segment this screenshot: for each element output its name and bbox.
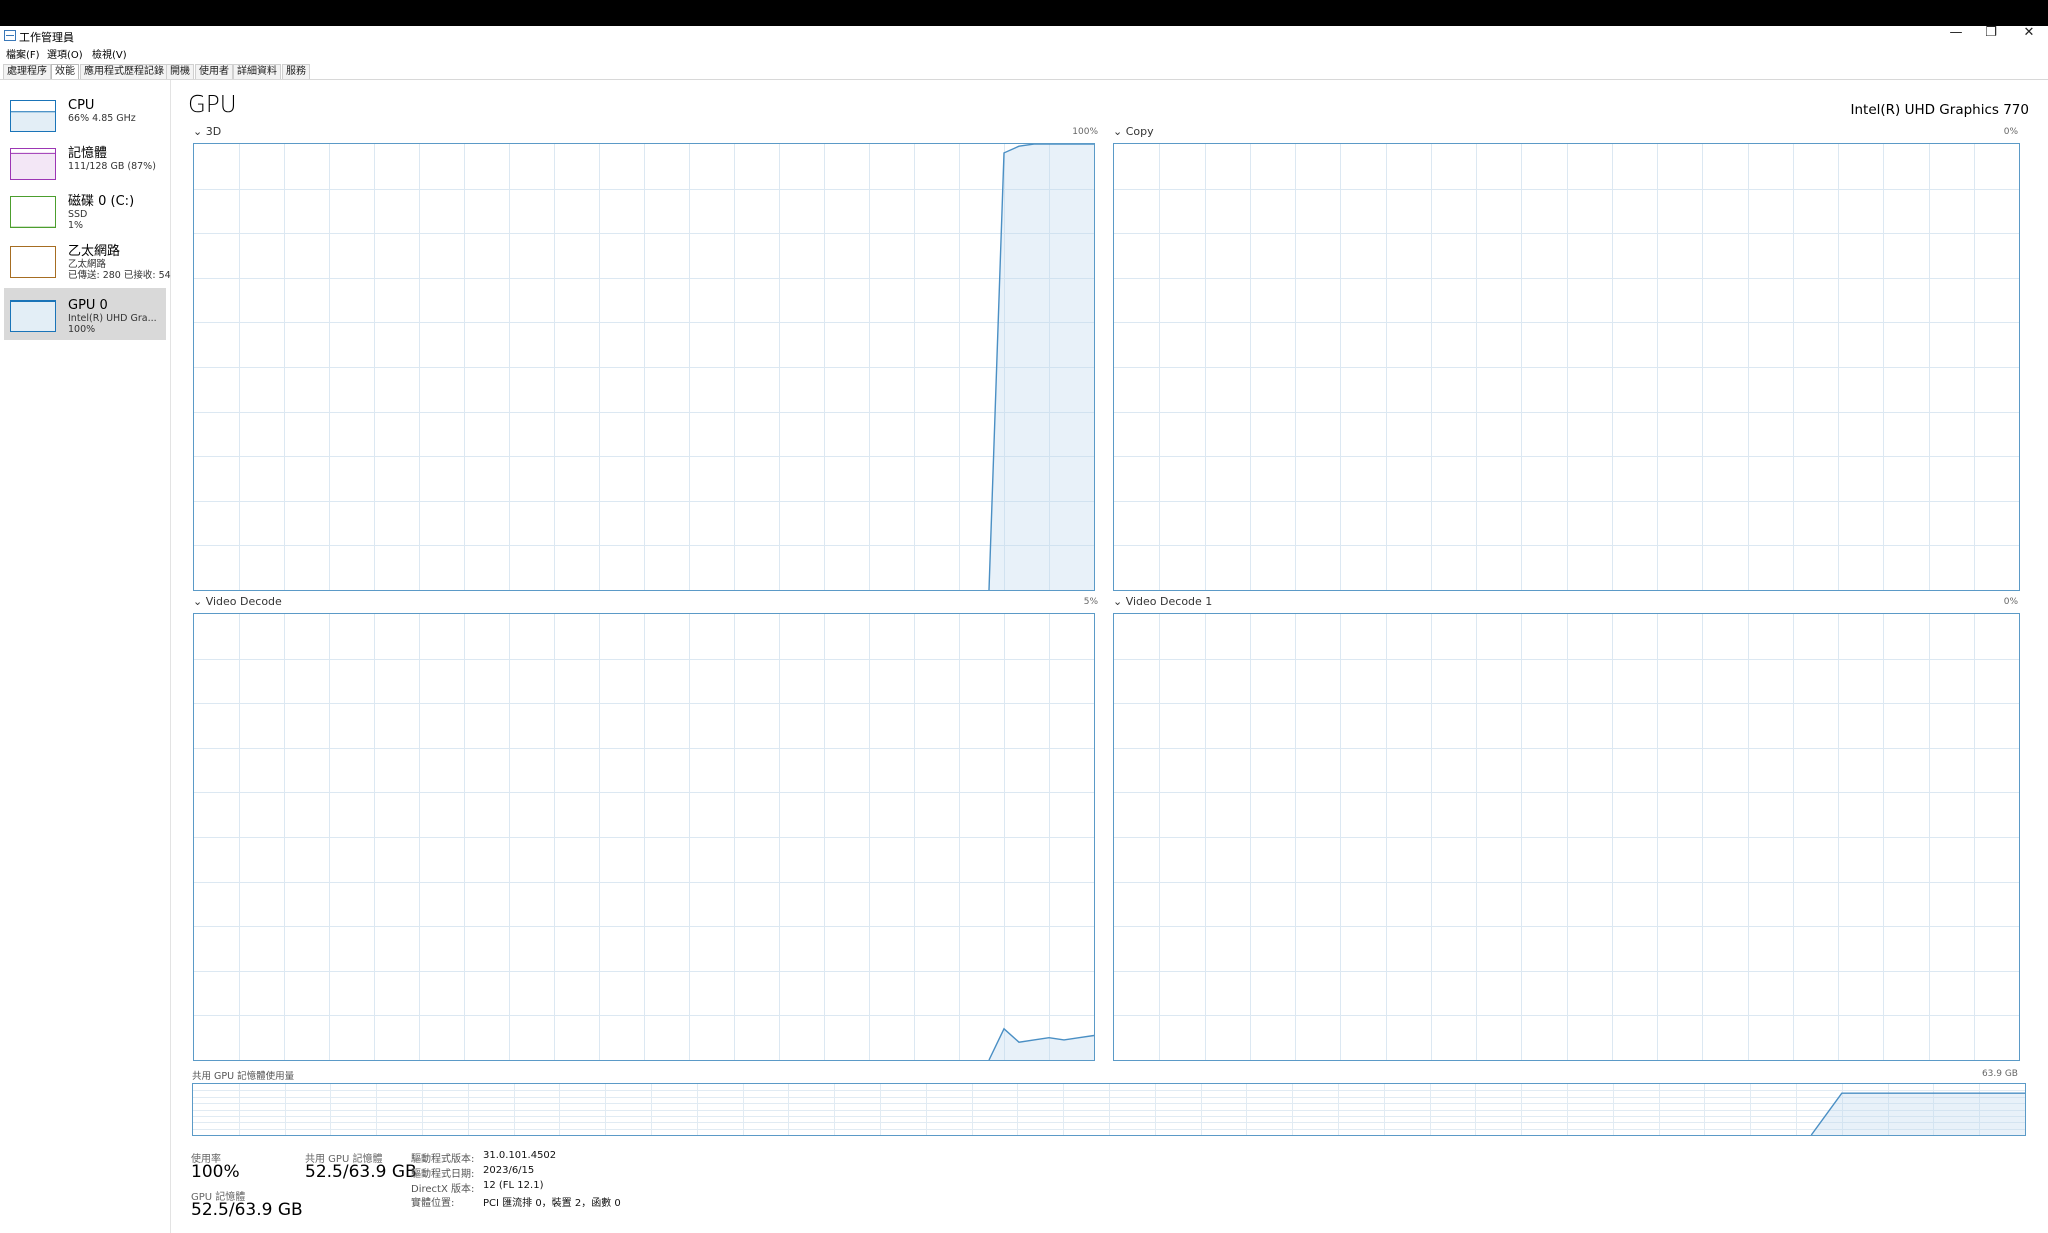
series-area	[989, 144, 1094, 590]
sidebar-item-detail: 100%	[68, 324, 96, 335]
info-key: 實體位置:	[411, 1198, 455, 1209]
menu-file[interactable]: 檔案(F)	[6, 46, 40, 61]
info-value: PCI 匯流排 0，裝置 2，函數 0	[483, 1198, 621, 1209]
sidebar-item-title: 記憶體	[68, 146, 108, 161]
graph-3d-max: 100%	[1072, 127, 1098, 137]
graph-label-text: 3D	[205, 125, 222, 138]
gpu-detail-panel: GPU Intel(R) UHD Graphics 770 ⌄ 3D 100% …	[188, 80, 2033, 1233]
directx-version-row: DirectX 版本: 12 (FL 12.1)	[411, 1180, 711, 1195]
graph-3d-label[interactable]: ⌄ 3D	[193, 125, 221, 138]
graph-label-text: Video Decode 1	[1125, 595, 1213, 608]
graph-video-decode-1-label[interactable]: ⌄ Video Decode 1	[1113, 595, 1212, 608]
sidebar-item-subtitle: 乙太網路	[68, 259, 107, 270]
shared-memory-label: 共用 GPU 記憶體使用量	[192, 1071, 295, 1082]
info-key: DirectX 版本:	[411, 1184, 475, 1195]
sidebar-item-title: CPU	[68, 98, 95, 113]
memory-thumbnail-graph	[10, 148, 56, 180]
info-value: 2023/6/15	[483, 1165, 535, 1176]
sidebar-item-ethernet[interactable]: 乙太網路 乙太網路 已傳送: 280 已接收: 54	[4, 234, 171, 284]
graph-video-decode-1-max: 0%	[2003, 597, 2018, 607]
graph-video-decode-max: 5%	[1083, 597, 1098, 607]
driver-date-row: 驅動程式日期: 2023/6/15	[411, 1165, 711, 1180]
sidebar-item-subtitle: SSD	[68, 209, 88, 220]
series-area	[989, 1028, 1094, 1060]
graph-canvas	[1114, 144, 2019, 590]
sidebar-item-detail: 1%	[68, 220, 84, 231]
thumbnail-fill	[11, 152, 55, 179]
thumbnail-canvas	[11, 152, 55, 179]
sidebar-item-subtitle: 66% 4.85 GHz	[68, 113, 136, 124]
minimize-button[interactable]: —	[1941, 25, 1971, 40]
sidebar-item-subtitle: Intel(R) UHD Gra...	[68, 313, 157, 324]
sidebar-item-detail: 已傳送: 280 已接收: 54	[68, 270, 171, 281]
ethernet-thumbnail-graph	[10, 246, 56, 278]
restore-button[interactable]: ❐	[1976, 25, 2006, 40]
tab-processes[interactable]: 處理程序	[3, 64, 51, 79]
sidebar-item-title: 磁碟 0 (C:)	[68, 194, 135, 209]
sidebar-item-title: GPU 0	[68, 298, 108, 313]
graph-canvas	[194, 144, 1094, 590]
gpu-memory-value: 52.5/63.9 GB	[191, 1200, 303, 1220]
graph-canvas	[193, 1084, 2025, 1135]
tab-details[interactable]: 詳細資料	[233, 64, 281, 79]
window-title: 工作管理員	[19, 31, 74, 44]
shared-gpu-memory-value: 52.5/63.9 GB	[305, 1162, 417, 1182]
graph-copy-label[interactable]: ⌄ Copy	[1113, 125, 1154, 138]
sidebar-item-memory[interactable]: 記憶體 111/128 GB (87%)	[4, 136, 166, 186]
shared-memory-graph	[192, 1083, 2026, 1136]
title-bar	[0, 26, 2048, 46]
sidebar-item-cpu[interactable]: CPU 66% 4.85 GHz	[4, 88, 166, 138]
tab-users[interactable]: 使用者	[195, 64, 233, 79]
tab-app-history[interactable]: 應用程式歷程記錄	[80, 64, 168, 79]
series-area	[1811, 1093, 2025, 1135]
graph-copy	[1113, 143, 2020, 591]
graph-video-decode-label[interactable]: ⌄ Video Decode	[193, 595, 282, 608]
graph-video-decode	[193, 613, 1095, 1061]
sidebar-item-disk[interactable]: 磁碟 0 (C:) SSD 1%	[4, 184, 166, 234]
graph-canvas	[194, 614, 1094, 1060]
task-manager-icon	[4, 30, 16, 41]
graph-3d	[193, 143, 1095, 591]
menu-bar: 檔案(F) 選項(O) 檢視(V)	[0, 45, 2048, 61]
info-key: 驅動程式版本:	[411, 1154, 475, 1165]
screen-top-bar	[0, 0, 2048, 26]
thumbnail-canvas	[11, 301, 55, 331]
tab-services[interactable]: 服務	[282, 64, 310, 79]
utilization-value: 100%	[191, 1162, 240, 1182]
info-value: 31.0.101.4502	[483, 1150, 557, 1161]
thumbnail-fill	[11, 301, 55, 331]
graph-copy-max: 0%	[2003, 127, 2018, 137]
tab-performance[interactable]: 效能	[51, 64, 79, 79]
page-title: GPU	[188, 92, 237, 118]
tab-startup[interactable]: 開機	[166, 64, 194, 79]
thumbnail-canvas	[11, 247, 55, 277]
sidebar-item-subtitle: 111/128 GB (87%)	[68, 161, 156, 172]
info-value: 12 (FL 12.1)	[483, 1180, 544, 1191]
driver-version-row: 驅動程式版本: 31.0.101.4502	[411, 1150, 711, 1165]
resource-sidebar: CPU 66% 4.85 GHz 記憶體 111/128 GB (87%) 磁碟…	[0, 80, 171, 1233]
shared-memory-max: 63.9 GB	[1981, 1069, 2018, 1079]
graph-label-text: Video Decode	[205, 595, 282, 608]
sidebar-item-gpu[interactable]: GPU 0 Intel(R) UHD Gra... 100%	[4, 288, 166, 340]
info-key: 驅動程式日期:	[411, 1169, 475, 1180]
menu-options[interactable]: 選項(O)	[47, 46, 83, 61]
physical-location-row: 實體位置: PCI 匯流排 0，裝置 2，函數 0	[411, 1194, 711, 1209]
disk-thumbnail-graph	[10, 196, 56, 228]
gpu-model-name: Intel(R) UHD Graphics 770	[1850, 102, 2030, 118]
gpu-thumbnail-graph	[10, 300, 56, 332]
thumbnail-fill	[11, 111, 55, 131]
cpu-thumbnail-graph	[10, 100, 56, 132]
thumbnail-canvas	[11, 111, 55, 131]
menu-view[interactable]: 檢視(V)	[92, 46, 127, 61]
close-button[interactable]: ✕	[2014, 25, 2044, 40]
graph-label-text: Copy	[1125, 125, 1154, 138]
sidebar-item-title: 乙太網路	[68, 244, 121, 259]
graph-video-decode-1	[1113, 613, 2020, 1061]
thumbnail-canvas	[11, 226, 55, 228]
tab-bar: 處理程序 效能 應用程式歷程記錄 開機 使用者 詳細資料 服務	[0, 61, 2048, 80]
graph-canvas	[1114, 614, 2019, 1060]
